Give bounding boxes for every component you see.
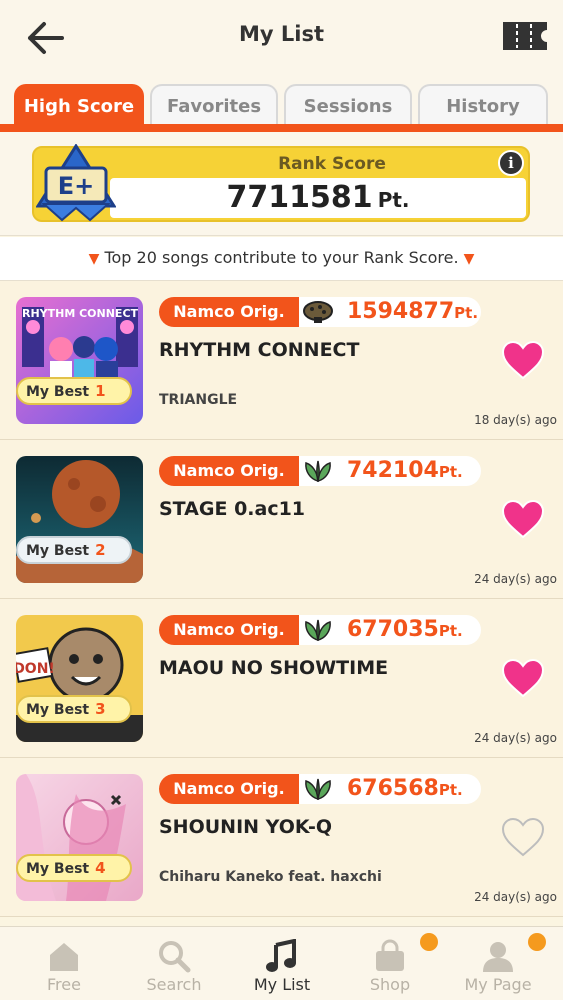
triangle-down-icon: ▼ — [88, 251, 100, 267]
song-title: MAOU NO SHOWTIME — [159, 657, 389, 679]
nav-my-list[interactable]: My List — [226, 927, 338, 1000]
my-best-badge: My Best 4 — [16, 854, 132, 882]
score-value: 742104Pt. — [347, 458, 463, 483]
song-row[interactable]: DON! My Best 3 Namco Orig. 677035Pt. MAOU… — [0, 599, 563, 758]
person-icon — [483, 942, 513, 972]
nav-shop[interactable]: Shop — [334, 927, 446, 1000]
score-value: 677035Pt. — [347, 617, 463, 642]
favorite-heart-outline-icon[interactable] — [500, 816, 546, 858]
category-badge: Namco Orig. — [159, 456, 299, 486]
tab-underline — [0, 124, 563, 132]
last-played: 24 day(s) ago — [474, 731, 557, 745]
search-icon — [159, 941, 191, 973]
tab-favorites[interactable]: Favorites — [150, 84, 278, 128]
rank-score-label: Rank Score — [278, 154, 386, 174]
last-played: 18 day(s) ago — [474, 413, 557, 427]
mushroom-icon — [303, 301, 333, 323]
rank-grade-text: E+ — [58, 172, 95, 200]
info-icon[interactable]: i — [498, 150, 524, 176]
favorite-heart-icon[interactable] — [500, 339, 546, 381]
favorite-heart-icon[interactable] — [500, 498, 546, 540]
song-row[interactable]: My Best 2 Namco Orig. 742104Pt. STAGE 0.a… — [0, 440, 563, 599]
category-badge: Namco Orig. — [159, 615, 299, 645]
last-played: 24 day(s) ago — [474, 572, 557, 586]
my-best-badge: My Best 3 — [16, 695, 132, 723]
song-title: RHYTHM CONNECT — [159, 339, 360, 361]
nav-search[interactable]: Search — [118, 927, 230, 1000]
score-pill: Namco Orig. 677035Pt. — [159, 615, 481, 645]
tab-high-score[interactable]: High Score — [14, 84, 144, 128]
my-best-badge: My Best 2 — [16, 536, 132, 564]
last-played: 24 day(s) ago — [474, 890, 557, 904]
rank-grade-emblem: E+ — [36, 144, 116, 222]
leaf-icon — [305, 460, 331, 482]
shopping-bag-icon — [376, 939, 404, 971]
song-row[interactable]: RHYTHM CONNECT My Best 1 Namco Orig. 1594… — [0, 281, 563, 440]
song-artist: TRIANGLE — [159, 392, 238, 408]
rank-note: ▼ Top 20 songs contribute to your Rank S… — [0, 237, 563, 281]
rank-score-value: 7711581 — [226, 180, 373, 215]
category-badge: Namco Orig. — [159, 297, 299, 327]
header-bar: My List — [0, 0, 563, 76]
song-row[interactable]: My Best 4 Namco Orig. 676568Pt. SHOUNIN Y… — [0, 758, 563, 917]
music-note-icon — [266, 939, 296, 972]
nav-free[interactable]: Free — [8, 927, 120, 1000]
ticket-icon[interactable] — [501, 20, 549, 52]
bottom-nav: Free Search My List Shop My Page — [0, 926, 563, 1000]
song-artist: Chiharu Kaneko feat. haxchi — [159, 869, 382, 885]
score-pill: Namco Orig. 742104Pt. — [159, 456, 481, 486]
nav-label: Search — [146, 975, 202, 994]
category-badge: Namco Orig. — [159, 774, 299, 804]
my-best-badge: My Best 1 — [16, 377, 132, 405]
favorite-heart-icon[interactable] — [500, 657, 546, 699]
rank-score-unit: Pt. — [377, 188, 410, 212]
score-value: 1594877Pt. — [347, 299, 479, 324]
nav-label: My List — [253, 975, 311, 994]
nav-label: Free — [47, 975, 81, 994]
song-title: SHOUNIN YOK-Q — [159, 816, 332, 838]
tab-sessions[interactable]: Sessions — [284, 84, 412, 128]
song-title: STAGE 0.ac11 — [159, 498, 306, 520]
triangle-down-icon: ▼ — [463, 251, 475, 267]
rank-note-text: Top 20 songs contribute to your Rank Sco… — [104, 248, 459, 267]
notification-dot — [528, 933, 546, 951]
score-value: 676568Pt. — [347, 776, 463, 801]
leaf-icon — [305, 778, 331, 800]
leaf-icon — [305, 619, 331, 641]
jacket-title: DON! — [16, 661, 55, 677]
nav-label: My Page — [464, 975, 532, 994]
score-pill: Namco Orig. 676568Pt. — [159, 774, 481, 804]
tab-history[interactable]: History — [418, 84, 548, 128]
nav-my-page[interactable]: My Page — [442, 927, 554, 1000]
notification-dot — [420, 933, 438, 951]
jacket-title: RHYTHM CONNECT — [22, 307, 139, 320]
nav-label: Shop — [369, 975, 411, 994]
house-icon — [50, 943, 78, 971]
rank-score-value-box: 7711581 Pt. — [110, 178, 526, 218]
page-title: My List — [238, 22, 324, 46]
score-pill: Namco Orig. 1594877Pt. — [159, 297, 481, 327]
